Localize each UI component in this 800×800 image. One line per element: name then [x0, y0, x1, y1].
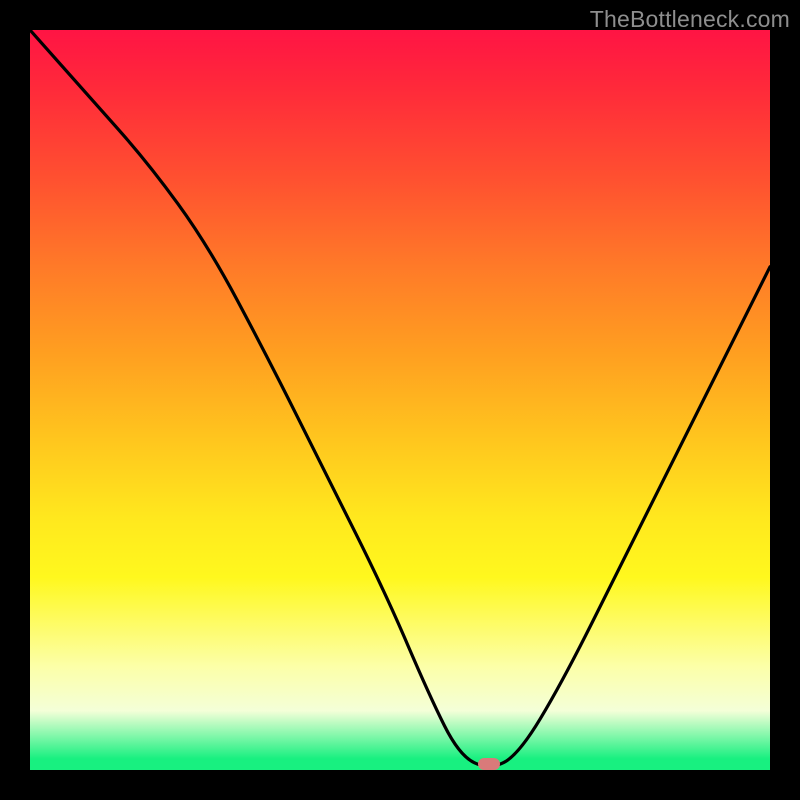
plot-area	[30, 30, 770, 770]
bottleneck-curve	[30, 30, 770, 770]
watermark-text: TheBottleneck.com	[590, 6, 790, 33]
optimal-marker	[478, 758, 500, 770]
curve-path	[30, 30, 770, 766]
chart-frame: TheBottleneck.com	[0, 0, 800, 800]
